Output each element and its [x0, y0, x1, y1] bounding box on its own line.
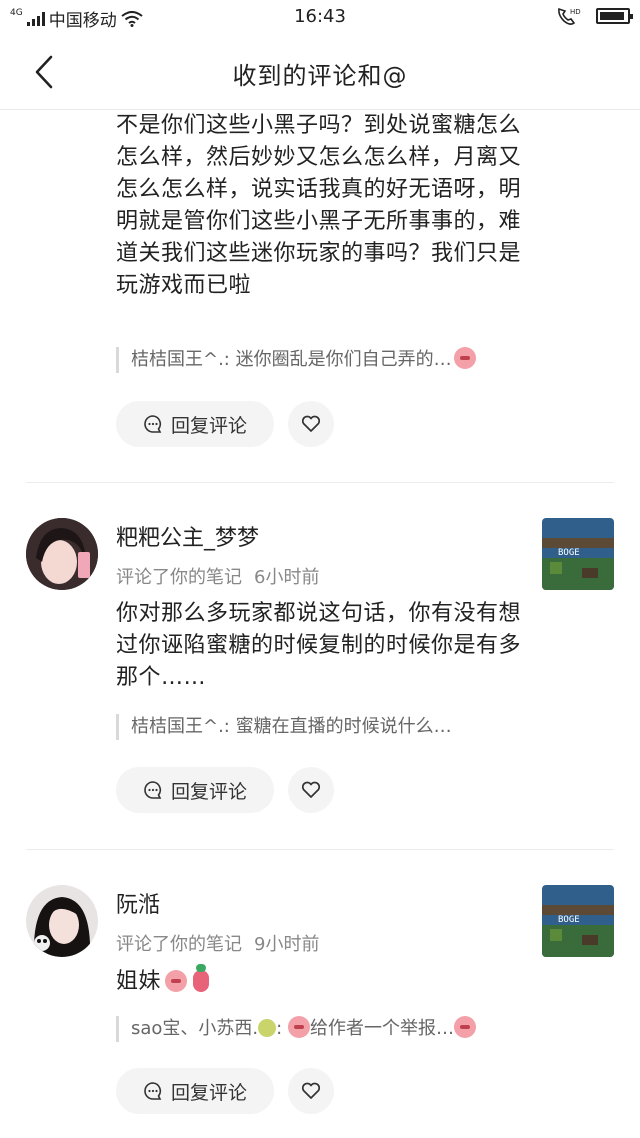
quote-text: 桔桔国王^.: 蜜糖在直播的时候说什么… [131, 716, 452, 737]
page-title: 收到的评论和@ [232, 62, 408, 90]
avatar-image [26, 518, 98, 590]
quoted-note[interactable]: 桔桔国王^.: 蜜糖在直播的时候说什么… [116, 714, 516, 740]
divider [26, 849, 614, 850]
like-button[interactable] [288, 1068, 334, 1114]
username[interactable]: 阮湉 [116, 887, 160, 919]
reply-label: 回复评论 [170, 780, 247, 803]
quote-text: 桔桔国王^.: 迷你圈乱是你们自己弄的… [131, 349, 452, 370]
note-thumbnail[interactable]: BOGE [542, 885, 614, 957]
quote-name: sao宝、小苏西. [131, 1018, 259, 1039]
chat-bubble-icon [144, 415, 162, 433]
like-button[interactable] [288, 767, 334, 813]
comment-text: 不是你们这些小黑子吗？到处说蜜糖怎么怎么样，然后妙妙又怎么怎么样，月离又怎么怎么… [116, 113, 522, 298]
avatar[interactable] [26, 885, 98, 957]
comment-text: 姐妹 [116, 964, 524, 998]
chat-bubble-icon [144, 1082, 162, 1100]
thumbnail-label: BOGE [558, 915, 580, 925]
timestamp: 6小时前 [254, 567, 320, 588]
comment-actions: 回复评论 [116, 401, 334, 447]
emoji-face-icon [453, 1016, 476, 1038]
avatar-image [26, 885, 98, 957]
battery-icon [596, 8, 633, 24]
nav-bar: 收到的评论和@ [0, 36, 640, 110]
username[interactable]: 粑粑公主_梦梦 [116, 520, 259, 552]
comment-meta: 评论了你的笔记 9小时前 [116, 930, 319, 956]
status-bar: 4G 中国移动 16:43 HD [0, 0, 640, 36]
action-text: 评论了你的笔记 [116, 567, 242, 588]
note-thumbnail[interactable]: BOGE [542, 518, 614, 590]
svg-text:HD: HD [570, 8, 581, 16]
reply-label: 回复评论 [170, 414, 247, 437]
emoji-radish-icon [193, 964, 210, 992]
emoji-face-icon [165, 970, 188, 992]
timestamp: 9小时前 [254, 934, 320, 955]
comment-text: 你对那么多玩家都说这句话，你有没有想过你诬陷蜜糖的时候复制的时候你是有多那个…… [116, 601, 522, 690]
comment-actions: 回复评论 [116, 767, 334, 813]
reply-label: 回复评论 [170, 1081, 247, 1104]
hd-call-icon: HD [558, 7, 581, 25]
heart-icon [301, 781, 321, 798]
emoji-icon [453, 347, 476, 369]
divider [26, 482, 614, 483]
comment-text-content: 姐妹 [116, 969, 162, 994]
heart-icon [301, 1082, 321, 1099]
comment-actions: 回复评论 [116, 1068, 334, 1114]
status-right: HD [556, 6, 633, 26]
reply-comment-button[interactable]: 回复评论 [116, 1068, 274, 1114]
avatar[interactable] [26, 518, 98, 590]
action-text: 评论了你的笔记 [116, 934, 242, 955]
emoji-face-icon [287, 1016, 310, 1038]
emoji-melon-icon [258, 1019, 277, 1037]
thumbnail-label: BOGE [558, 548, 580, 558]
reply-comment-button[interactable]: 回复评论 [116, 401, 274, 447]
quoted-note[interactable]: 桔桔国王^.: 迷你圈乱是你们自己弄的… [116, 347, 516, 373]
comment-meta: 评论了你的笔记 6小时前 [116, 563, 319, 589]
reply-comment-button[interactable]: 回复评论 [116, 767, 274, 813]
quoted-note[interactable]: sao宝、小苏西.: 给作者一个举报… [116, 1016, 516, 1042]
like-button[interactable] [288, 401, 334, 447]
chat-bubble-icon [144, 781, 162, 799]
clock: 16:43 [294, 6, 346, 27]
quote-text: 给作者一个举报… [309, 1018, 454, 1039]
heart-icon [301, 415, 321, 432]
